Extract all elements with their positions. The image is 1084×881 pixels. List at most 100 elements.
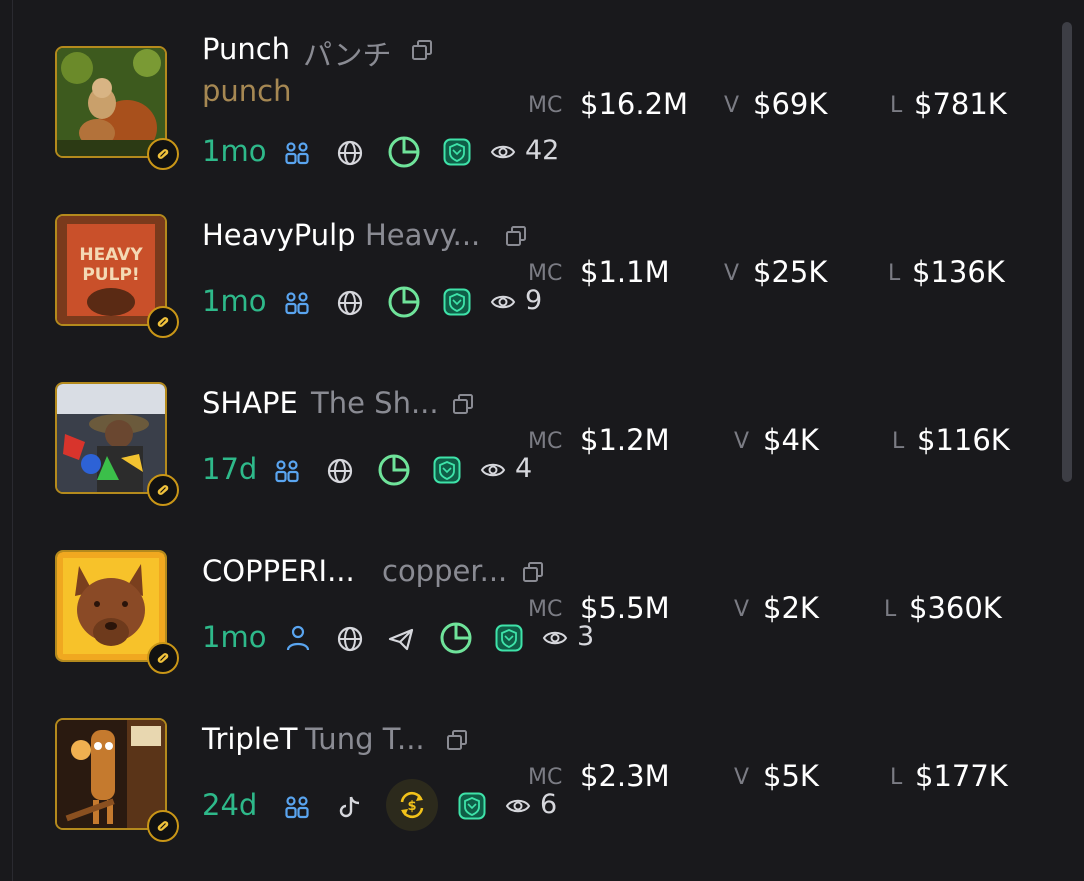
copy-icon[interactable] [451, 392, 475, 416]
liquidity: $136K [912, 255, 1005, 289]
token-age: 24d [202, 788, 258, 822]
token-ticker: TripleT [202, 722, 298, 756]
svg-text:HEAVY: HEAVY [79, 245, 143, 265]
pie-chart-icon[interactable] [438, 620, 474, 656]
volume: $69K [753, 87, 828, 121]
token-age: 1mo [202, 134, 267, 168]
shield-icon[interactable] [458, 792, 486, 820]
shape-image-icon [57, 384, 165, 492]
copy-icon[interactable] [521, 560, 545, 584]
volume-label: V [734, 765, 750, 790]
shield-icon[interactable] [433, 456, 461, 484]
volume: $5K [763, 759, 819, 793]
pill-badge-icon [147, 306, 179, 338]
market-cap: $1.2M [580, 423, 670, 457]
group-icon[interactable] [284, 140, 310, 166]
group-icon[interactable] [284, 794, 310, 820]
pill-badge-icon [147, 474, 179, 506]
volume-label: V [724, 93, 740, 118]
globe-icon[interactable] [326, 457, 354, 485]
token-avatar[interactable]: HEAVY PULP! [55, 214, 167, 326]
liquidity-label: L [890, 93, 903, 118]
copper-dog-image-icon [57, 552, 165, 660]
token-avatar[interactable] [55, 382, 167, 494]
token-ticker: Punch [202, 32, 291, 66]
svg-text:PULP!: PULP! [82, 265, 139, 285]
mc-label: MC [528, 765, 563, 790]
liquidity: $116K [917, 423, 1010, 457]
liquidity: $360K [909, 591, 1002, 625]
token-age: 1mo [202, 620, 267, 654]
eye-icon [480, 463, 506, 477]
market-cap: $1.1M [580, 255, 670, 289]
token-avatar[interactable] [55, 46, 167, 158]
group-icon[interactable] [284, 290, 310, 316]
mc-label: MC [528, 93, 563, 118]
eye-icon [490, 295, 516, 309]
group-icon[interactable] [274, 458, 300, 484]
token-name: Heavy... [365, 218, 481, 252]
scrollbar-thumb[interactable] [1062, 22, 1072, 482]
view-count: 3 [577, 621, 595, 652]
svg-text:$: $ [407, 799, 416, 814]
user-icon[interactable] [285, 624, 311, 652]
tiktok-icon[interactable] [336, 793, 364, 821]
liquidity-label: L [892, 429, 905, 454]
dollar-swap-icon[interactable]: $ [386, 779, 438, 831]
globe-icon[interactable] [336, 625, 364, 653]
token-age: 17d [202, 452, 258, 486]
view-count: 9 [525, 285, 543, 316]
volume-label: V [734, 597, 750, 622]
globe-icon[interactable] [336, 289, 364, 317]
pie-chart-icon[interactable] [386, 134, 422, 170]
mc-label: MC [528, 261, 563, 286]
shield-icon[interactable] [443, 138, 471, 166]
token-ticker: SHAPE [202, 386, 298, 420]
pill-badge-icon [147, 138, 179, 170]
market-cap: $16.2M [580, 87, 689, 121]
token-row[interactable]: TripleT Tung T... 24d $ 6 MC $2.3M V $5K… [12, 692, 1052, 860]
token-name: The Sh... [311, 386, 439, 420]
liquidity-label: L [890, 765, 903, 790]
tung-tung-image-icon [57, 720, 165, 828]
pill-badge-icon [147, 642, 179, 674]
token-row[interactable]: HEAVY PULP! HeavyPulp Heavy... 1mo 9 MC … [12, 188, 1052, 356]
heavy-pulp-image-icon: HEAVY PULP! [57, 216, 165, 324]
copy-icon[interactable] [504, 224, 528, 248]
globe-icon[interactable] [336, 139, 364, 167]
token-avatar[interactable] [55, 718, 167, 830]
shield-icon[interactable] [443, 288, 471, 316]
token-row[interactable]: SHAPE The Sh... 17d 4 MC $1.2M V $4K L $… [12, 356, 1052, 524]
token-subname: punch [202, 74, 292, 108]
token-row[interactable]: COPPERI... copper... 1mo 3 MC $5.5M V $2… [12, 524, 1052, 692]
liquidity: $177K [915, 759, 1008, 793]
mc-label: MC [528, 429, 563, 454]
token-name: copper... [382, 554, 508, 588]
eye-icon [490, 145, 516, 159]
token-avatar[interactable] [55, 550, 167, 662]
telegram-icon[interactable] [387, 625, 415, 653]
liquidity-label: L [888, 261, 901, 286]
copy-icon[interactable] [410, 38, 434, 62]
volume: $4K [763, 423, 819, 457]
market-cap: $2.3M [580, 759, 670, 793]
volume-label: V [734, 429, 750, 454]
view-count: 42 [525, 135, 560, 166]
market-cap: $5.5M [580, 591, 670, 625]
shield-icon[interactable] [495, 624, 523, 652]
copy-icon[interactable] [445, 728, 469, 752]
eye-icon [505, 799, 531, 813]
token-ticker: HeavyPulp [202, 218, 356, 252]
token-ticker: COPPERI... [202, 554, 355, 588]
monkey-image-icon [57, 48, 165, 156]
pie-chart-icon[interactable] [386, 284, 422, 320]
liquidity: $781K [914, 87, 1007, 121]
token-row[interactable]: Punch パンチ punch 1mo 42 MC $16.2M V $69K … [12, 20, 1052, 188]
view-count: 6 [540, 789, 558, 820]
token-name: パンチ [303, 38, 392, 72]
volume-label: V [724, 261, 740, 286]
token-age: 1mo [202, 284, 267, 318]
pie-chart-icon[interactable] [376, 452, 412, 488]
mc-label: MC [528, 597, 563, 622]
pill-badge-icon [147, 810, 179, 842]
